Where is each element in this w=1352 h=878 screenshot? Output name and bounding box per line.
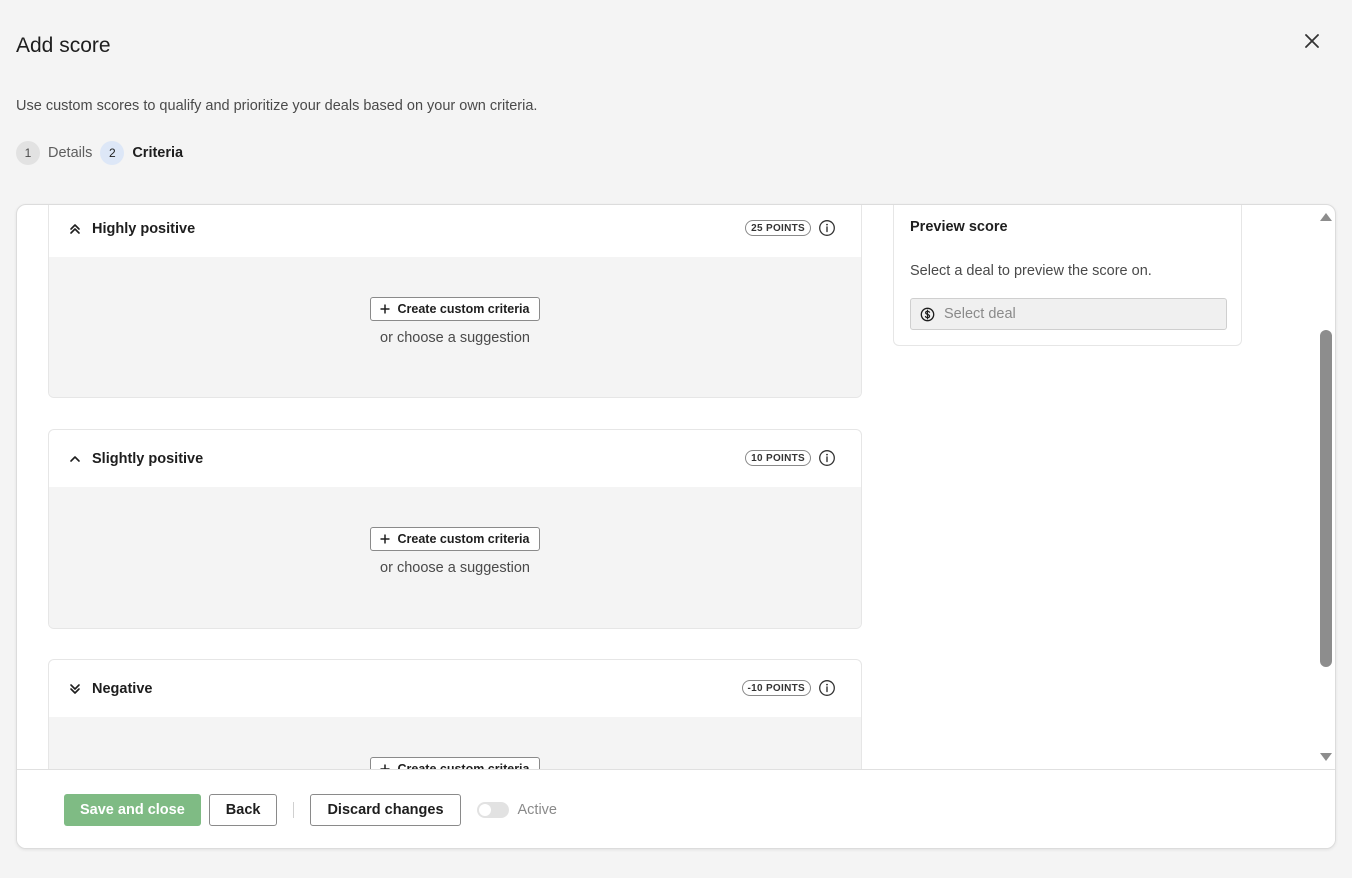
plus-icon bbox=[378, 302, 392, 316]
suggestion-link[interactable]: or choose a suggestion bbox=[380, 330, 530, 346]
criteria-card-negative: Negative -10 POINTS Create custom criter… bbox=[48, 659, 862, 769]
points-badge: 25 POINTS bbox=[745, 220, 811, 236]
plus-icon bbox=[378, 762, 392, 769]
active-label: Active bbox=[517, 802, 558, 818]
step-2-label[interactable]: Criteria bbox=[132, 145, 183, 161]
card-title: Slightly positive bbox=[92, 450, 204, 467]
create-custom-criteria-button[interactable]: Create custom criteria bbox=[370, 757, 540, 769]
footer-actions: Save and close Back Discard changes Acti… bbox=[17, 769, 1335, 848]
card-header[interactable]: Negative -10 POINTS bbox=[49, 660, 861, 717]
scroll-thumb[interactable] bbox=[1320, 330, 1332, 667]
info-icon[interactable] bbox=[818, 449, 836, 467]
card-title: Negative bbox=[92, 680, 153, 697]
step-1-number: 1 bbox=[16, 141, 40, 165]
select-deal-placeholder: Select deal bbox=[944, 306, 1016, 322]
dollar-icon bbox=[919, 306, 935, 322]
scroll-down-arrow[interactable] bbox=[1317, 749, 1335, 765]
double-chevron-up-icon bbox=[68, 222, 82, 236]
criteria-panel: Highly positive 25 POINTS Create custom … bbox=[16, 204, 1336, 849]
close-icon bbox=[1305, 34, 1319, 48]
chevron-up-icon bbox=[68, 452, 82, 466]
card-body: Create custom criteria or choose a sugge… bbox=[49, 717, 861, 769]
toggle-knob bbox=[478, 804, 491, 816]
double-chevron-down-icon bbox=[68, 682, 82, 696]
active-toggle[interactable] bbox=[476, 802, 509, 818]
plus-icon bbox=[378, 532, 392, 546]
vertical-scrollbar[interactable] bbox=[1317, 205, 1335, 769]
criteria-card-highly-positive: Highly positive 25 POINTS Create custom … bbox=[48, 205, 862, 398]
info-icon[interactable] bbox=[818, 219, 836, 237]
create-custom-criteria-label: Create custom criteria bbox=[397, 532, 530, 546]
card-body: Create custom criteria or choose a sugge… bbox=[49, 257, 861, 397]
preview-title: Preview score bbox=[910, 219, 1008, 235]
create-custom-criteria-label: Create custom criteria bbox=[397, 762, 530, 769]
preview-score-card: Preview score Select a deal to preview t… bbox=[893, 205, 1242, 346]
create-custom-criteria-button[interactable]: Create custom criteria bbox=[370, 527, 540, 551]
criteria-card-slightly-positive: Slightly positive 10 POINTS Create custo… bbox=[48, 429, 862, 629]
select-deal-dropdown[interactable]: Select deal bbox=[910, 298, 1227, 330]
card-header[interactable]: Highly positive 25 POINTS bbox=[49, 205, 861, 257]
info-icon[interactable] bbox=[818, 679, 836, 697]
preview-text: Select a deal to preview the score on. bbox=[910, 263, 1152, 279]
scroll-up-arrow[interactable] bbox=[1317, 209, 1335, 225]
points-badge: -10 POINTS bbox=[741, 680, 811, 696]
close-button[interactable] bbox=[1300, 29, 1324, 53]
step-2-number: 2 bbox=[100, 141, 125, 165]
card-header[interactable]: Slightly positive 10 POINTS bbox=[49, 430, 861, 487]
create-custom-criteria-label: Create custom criteria bbox=[397, 302, 530, 316]
criteria-scroll-area: Highly positive 25 POINTS Create custom … bbox=[17, 205, 1335, 769]
save-and-close-button[interactable]: Save and close bbox=[64, 794, 201, 826]
stepper: 1 Details 2 Criteria bbox=[16, 141, 191, 165]
points-badge: 10 POINTS bbox=[745, 450, 811, 466]
discard-changes-button[interactable]: Discard changes bbox=[310, 794, 461, 826]
create-custom-criteria-button[interactable]: Create custom criteria bbox=[370, 297, 540, 321]
page-title: Add score bbox=[16, 34, 111, 57]
card-title: Highly positive bbox=[92, 220, 196, 237]
suggestion-link[interactable]: or choose a suggestion bbox=[380, 560, 530, 576]
footer-divider bbox=[293, 802, 295, 818]
page-subtitle: Use custom scores to qualify and priorit… bbox=[16, 98, 538, 114]
back-button[interactable]: Back bbox=[208, 794, 278, 826]
card-body: Create custom criteria or choose a sugge… bbox=[49, 487, 861, 628]
step-1-label[interactable]: Details bbox=[48, 145, 92, 161]
